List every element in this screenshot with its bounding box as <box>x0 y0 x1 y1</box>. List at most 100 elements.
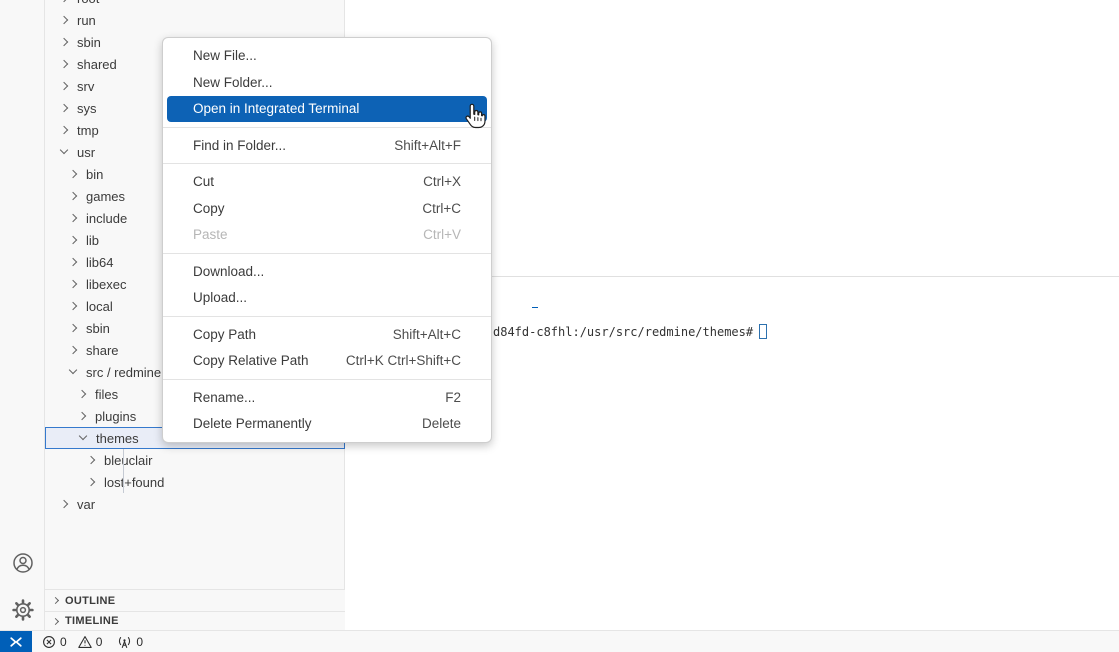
problems-status[interactable]: 0 0 <box>42 635 102 649</box>
remote-indicator[interactable] <box>0 631 32 652</box>
chevron-right-icon <box>52 597 59 604</box>
tree-item-label: include <box>86 211 127 226</box>
menu-item-label: New Folder... <box>193 75 273 90</box>
chevron-icon <box>87 478 95 486</box>
vscode-window: root run sbin shared <box>0 0 1119 652</box>
chevron-icon <box>60 126 68 134</box>
error-icon <box>42 635 56 649</box>
menu-item-label: Copy Relative Path <box>193 353 309 368</box>
tree-item-label: themes <box>96 431 139 446</box>
chevron-icon <box>69 170 77 178</box>
tree-item-label: sbin <box>77 35 101 50</box>
context-menu-item[interactable]: Copy Ctrl+C <box>167 195 487 222</box>
menu-item-label: New File... <box>193 48 257 63</box>
chevron-icon <box>78 412 86 420</box>
menu-item-label: Delete Permanently <box>193 416 312 431</box>
chevron-icon <box>60 500 68 508</box>
context-menu-item[interactable]: Download... <box>167 258 487 285</box>
context-menu-item[interactable]: Upload... <box>167 285 487 312</box>
chevron-icon <box>60 60 68 68</box>
context-menu-group: Copy Path Shift+Alt+C Copy Relative Path… <box>163 316 491 375</box>
menu-item-shortcut: Shift+Alt+F <box>394 138 461 153</box>
tree-item[interactable]: root <box>45 0 345 9</box>
context-menu-item[interactable]: Copy Path Shift+Alt+C <box>167 321 487 348</box>
context-menu-item[interactable]: New File... <box>167 43 487 70</box>
activity-bar-bottom <box>0 551 45 622</box>
menu-item-shortcut: Ctrl+K Ctrl+Shift+C <box>346 353 461 368</box>
sidebar-section-outline[interactable]: OUTLINE <box>45 589 345 611</box>
menu-item-label: Upload... <box>193 290 247 305</box>
chevron-icon <box>69 258 77 266</box>
section-label: TIMELINE <box>65 615 119 627</box>
chevron-icon <box>69 280 77 288</box>
chevron-icon <box>69 302 77 310</box>
context-menu-item[interactable]: Rename... F2 <box>167 384 487 411</box>
tree-item-label: run <box>77 13 96 28</box>
panel-tab[interactable] <box>534 284 536 308</box>
tree-item[interactable]: bleuclair <box>45 449 345 471</box>
tree-item-label: games <box>86 189 125 204</box>
menu-item-label: Download... <box>193 264 264 279</box>
context-menu-item[interactable]: Cut Ctrl+X <box>167 169 487 196</box>
tree-item-label: usr <box>77 145 95 160</box>
context-menu-item[interactable]: Copy Relative Path Ctrl+K Ctrl+Shift+C <box>167 348 487 375</box>
forwarded-ports-indicator[interactable]: 0 <box>117 635 143 649</box>
accounts-icon[interactable] <box>11 551 35 575</box>
tree-item[interactable]: run <box>45 9 345 31</box>
sidebar-section-timeline[interactable]: TIMELINE <box>45 611 345 630</box>
tree-item[interactable]: var <box>45 493 345 515</box>
panel-tab[interactable] <box>560 284 562 308</box>
context-menu-item[interactable]: Paste Ctrl+V <box>167 222 487 249</box>
menu-item-label: Copy Path <box>193 327 256 342</box>
activity-bar <box>0 0 45 630</box>
context-menu-item[interactable]: Find in Folder... Shift+Alt+F <box>167 132 487 159</box>
tree-item-label: libexec <box>86 277 126 292</box>
context-menu-item[interactable]: Delete Permanently Delete <box>167 411 487 438</box>
chevron-icon <box>60 38 68 46</box>
terminal-content[interactable]: d84fd-c8fhl:/usr/src/redmine/themes# <box>493 324 767 339</box>
chevron-icon <box>60 82 68 90</box>
context-menu-group: New File... New Folder... Open in Integr… <box>163 43 491 123</box>
context-menu-item[interactable]: Open in Integrated Terminal <box>167 96 487 123</box>
tree-item-label: lib <box>86 233 99 248</box>
radio-tower-icon <box>117 635 132 649</box>
tree-item[interactable]: lost+found <box>45 471 345 493</box>
menu-item-label: Open in Integrated Terminal <box>193 101 359 116</box>
menu-item-label: Copy <box>193 201 225 216</box>
chevron-icon <box>69 192 77 200</box>
chevron-icon <box>60 104 68 112</box>
menu-item-shortcut: Ctrl+X <box>423 174 461 189</box>
chevron-icon <box>60 16 68 24</box>
remote-icon <box>8 635 24 649</box>
tree-item-label: local <box>86 299 113 314</box>
terminal-cursor <box>759 324 767 339</box>
indent-guide <box>123 449 124 493</box>
settings-gear-icon[interactable] <box>11 598 35 622</box>
context-menu-group: Find in Folder... Shift+Alt+F <box>163 127 491 159</box>
tree-item-label: srv <box>77 79 94 94</box>
context-menu-item[interactable]: New Folder... <box>167 69 487 96</box>
terminal-prompt: d84fd-c8fhl:/usr/src/redmine/themes# <box>493 325 753 339</box>
tree-item-label: bin <box>86 167 103 182</box>
chevron-icon <box>87 456 95 464</box>
chevron-icon <box>69 346 77 354</box>
context-menu-group: Cut Ctrl+X Copy Ctrl+C Paste Ctrl+V <box>163 163 491 248</box>
warning-count: 0 <box>96 635 103 649</box>
chevron-icon <box>79 432 87 440</box>
menu-item-shortcut: Ctrl+C <box>422 201 461 216</box>
context-menu-group: Rename... F2 Delete Permanently Delete <box>163 379 491 438</box>
tree-item-label: src / redmine <box>86 365 161 380</box>
tree-item-label: lib64 <box>86 255 113 270</box>
sidebar-sections: OUTLINE TIMELINE <box>45 589 345 630</box>
tree-item-label: tmp <box>77 123 99 138</box>
warnings-indicator: 0 <box>78 635 103 649</box>
tree-item-label: shared <box>77 57 117 72</box>
explorer-context-menu: New File... New Folder... Open in Integr… <box>162 37 492 443</box>
tree-item-label: bleuclair <box>104 453 152 468</box>
status-bar-items: 0 0 0 <box>42 631 143 652</box>
tree-item-label: root <box>77 0 99 6</box>
chevron-right-icon <box>52 617 59 624</box>
panel-tab[interactable] <box>508 284 510 308</box>
chevron-icon <box>60 146 68 154</box>
menu-item-label: Paste <box>193 227 228 242</box>
